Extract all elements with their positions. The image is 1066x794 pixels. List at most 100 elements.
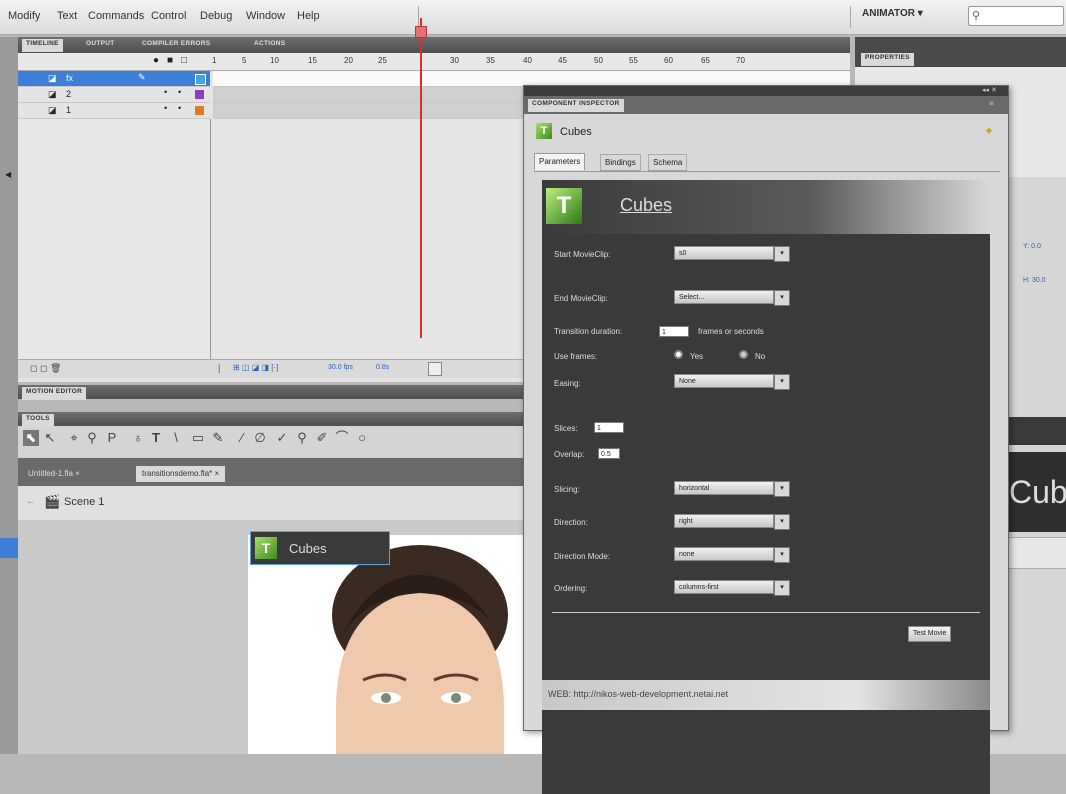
selection-tool-icon[interactable]: ⬉ [23, 430, 39, 446]
paint-bucket-tool-icon[interactable]: ⚲ [294, 430, 310, 446]
tab-timeline[interactable]: TIMELINE [22, 39, 63, 52]
pen-tool-icon[interactable]: ♁ [130, 430, 146, 446]
layer-name: 2 [66, 89, 72, 99]
easing-label: Easing: [554, 379, 581, 388]
back-arrow-icon[interactable]: ← [26, 496, 36, 507]
tab-motion-editor[interactable]: MOTION EDITOR [22, 387, 87, 400]
line-tool-icon[interactable]: \ [168, 430, 184, 446]
layer-row[interactable]: ◪ fx ✎ [18, 71, 210, 87]
collapse-arrow-icon[interactable]: ◀ [5, 170, 11, 179]
lock-dot-icon[interactable]: • [178, 87, 181, 97]
cubes-preview-text: Cub [1009, 474, 1066, 510]
3d-rotation-tool-icon[interactable]: ⚲ [84, 430, 100, 446]
start-movieclip-select[interactable]: s0 ▾ [674, 246, 790, 262]
lock-icon[interactable]: ■ [167, 55, 173, 66]
onion-skin-icons[interactable]: ⊞ ◫ ◪ ◨ [·] [233, 363, 278, 372]
y-value[interactable]: Y: 0.0 [1023, 243, 1041, 250]
component-logo-icon: T [536, 123, 552, 139]
layer-color-swatch[interactable] [195, 90, 204, 99]
subselection-tool-icon[interactable]: ↖ [42, 430, 58, 446]
scroll-left-button[interactable] [428, 362, 442, 376]
help-icon[interactable]: ✦ [984, 124, 994, 138]
tab-tools[interactable]: TOOLS [22, 414, 54, 427]
menu-help[interactable]: Help [297, 10, 320, 22]
workspace-switcher[interactable]: ANIMATOR ▾ [862, 8, 923, 19]
doc-tab-untitled[interactable]: Untitled-1.fla × [22, 466, 86, 482]
menu-window[interactable]: Window [246, 10, 285, 22]
text-tool-icon[interactable]: T [148, 430, 164, 446]
pencil-tool-icon[interactable]: ✎ [210, 430, 226, 446]
doc-tab-transitionsdemo[interactable]: transitionsdemo.fla* × [136, 466, 226, 482]
tab-actions[interactable]: ACTIONS [250, 39, 289, 52]
h-value[interactable]: H: 30.0 [1023, 277, 1046, 284]
ordering-label: Ordering: [554, 584, 588, 593]
tab-parameters[interactable]: Parameters [534, 153, 586, 170]
use-frames-no-radio[interactable] [739, 350, 748, 359]
bone-tool-icon[interactable]: ✓ [274, 430, 290, 446]
component-inspector-window: ◂◂ ✕ COMPONENT INSPECTOR ≡ T Cubes ✦ Par… [523, 85, 1009, 794]
layer-color-swatch[interactable] [195, 106, 204, 115]
inspector-titlebar[interactable]: ◂◂ ✕ [524, 86, 1008, 96]
end-movieclip-select[interactable]: Select... ▾ [674, 290, 790, 306]
ruler-label: 1 [212, 56, 217, 65]
slicing-select[interactable]: horizontal ▾ [674, 481, 790, 497]
ruler-label: 20 [344, 56, 353, 65]
tab-properties[interactable]: PROPERTIES [861, 53, 914, 66]
eyedropper-tool-icon[interactable]: ✐ [314, 430, 330, 446]
menu-control[interactable]: Control [151, 10, 186, 22]
panel-menu-icon[interactable]: ≡ [989, 99, 994, 108]
free-transform-tool-icon[interactable]: ⌖ [66, 430, 82, 446]
menu-debug[interactable]: Debug [200, 10, 232, 22]
direction-mode-select[interactable]: none ▾ [674, 547, 790, 563]
tab-bindings[interactable]: Bindings [600, 154, 641, 171]
layer-row[interactable]: ◪ 1 • • [18, 103, 210, 119]
easing-select[interactable]: None ▾ [674, 374, 790, 390]
properties-field[interactable] [1005, 537, 1066, 569]
visibility-dot-icon[interactable]: • [164, 103, 167, 113]
tab-compiler-errors[interactable]: COMPILER ERRORS [138, 39, 214, 52]
playhead-handle[interactable] [415, 26, 427, 38]
brush-tool-icon[interactable]: ⁄ [234, 430, 250, 446]
transition-duration-label: Transition duration: [554, 327, 623, 336]
slices-input[interactable]: 1 [594, 422, 624, 433]
tab-component-inspector[interactable]: COMPONENT INSPECTOR [528, 99, 624, 112]
menu-text[interactable]: Text [57, 10, 77, 22]
menu-modify[interactable]: Modify [8, 10, 40, 22]
visibility-dot-icon[interactable]: • [164, 87, 167, 97]
tab-output[interactable]: OUTPUT [82, 39, 119, 52]
test-movie-button[interactable]: Test Movie [908, 626, 952, 642]
ordering-select[interactable]: columns-first ▾ [674, 580, 790, 596]
menu-commands[interactable]: Commands [88, 10, 144, 22]
fps-readout[interactable]: 30.0 fps [328, 364, 353, 371]
lasso-tool-icon[interactable]: P [104, 430, 120, 446]
dropdown-arrow-icon[interactable]: ▾ [774, 481, 790, 497]
hand-tool-icon[interactable]: ○ [354, 430, 370, 446]
dropdown-arrow-icon[interactable]: ▾ [774, 246, 790, 262]
deco-tool-icon[interactable]: ∅ [252, 430, 268, 446]
dropdown-arrow-icon[interactable]: ▾ [774, 374, 790, 390]
cubes-component-instance[interactable]: T Cubes [250, 531, 390, 565]
help-search-input[interactable]: ⚲ [968, 6, 1064, 26]
transition-duration-input[interactable]: 1 [659, 326, 689, 337]
scene-label[interactable]: Scene 1 [64, 496, 104, 508]
web-url[interactable]: WEB: http://nikos-web-development.netai.… [548, 689, 728, 699]
dropdown-arrow-icon[interactable]: ▾ [774, 580, 790, 596]
layer-row[interactable]: ◪ 2 • • [18, 87, 210, 103]
overlap-input[interactable]: 0.5 [598, 448, 620, 459]
use-frames-yes-radio[interactable] [674, 350, 683, 359]
collapse-icon[interactable]: ◂◂ ✕ [982, 86, 997, 94]
tools-tabbar: TOOLS [18, 412, 523, 427]
dropdown-arrow-icon[interactable]: ▾ [774, 514, 790, 530]
tab-schema[interactable]: Schema [648, 154, 688, 171]
layer-color-swatch[interactable] [195, 74, 206, 85]
direction-select[interactable]: right ▾ [674, 514, 790, 530]
lock-dot-icon[interactable]: • [178, 103, 181, 113]
eraser-tool-icon[interactable]: ⌒ [334, 430, 350, 446]
rectangle-tool-icon[interactable]: ▭ [190, 430, 206, 446]
new-layer-icon[interactable]: ◻ ◻ 🗑 [30, 363, 61, 374]
eye-icon[interactable]: ● [153, 55, 159, 66]
outline-icon[interactable]: □ [181, 55, 187, 66]
dropdown-arrow-icon[interactable]: ▾ [774, 290, 790, 306]
dropdown-arrow-icon[interactable]: ▾ [774, 547, 790, 563]
scene-icon: 🎬 [44, 494, 61, 509]
